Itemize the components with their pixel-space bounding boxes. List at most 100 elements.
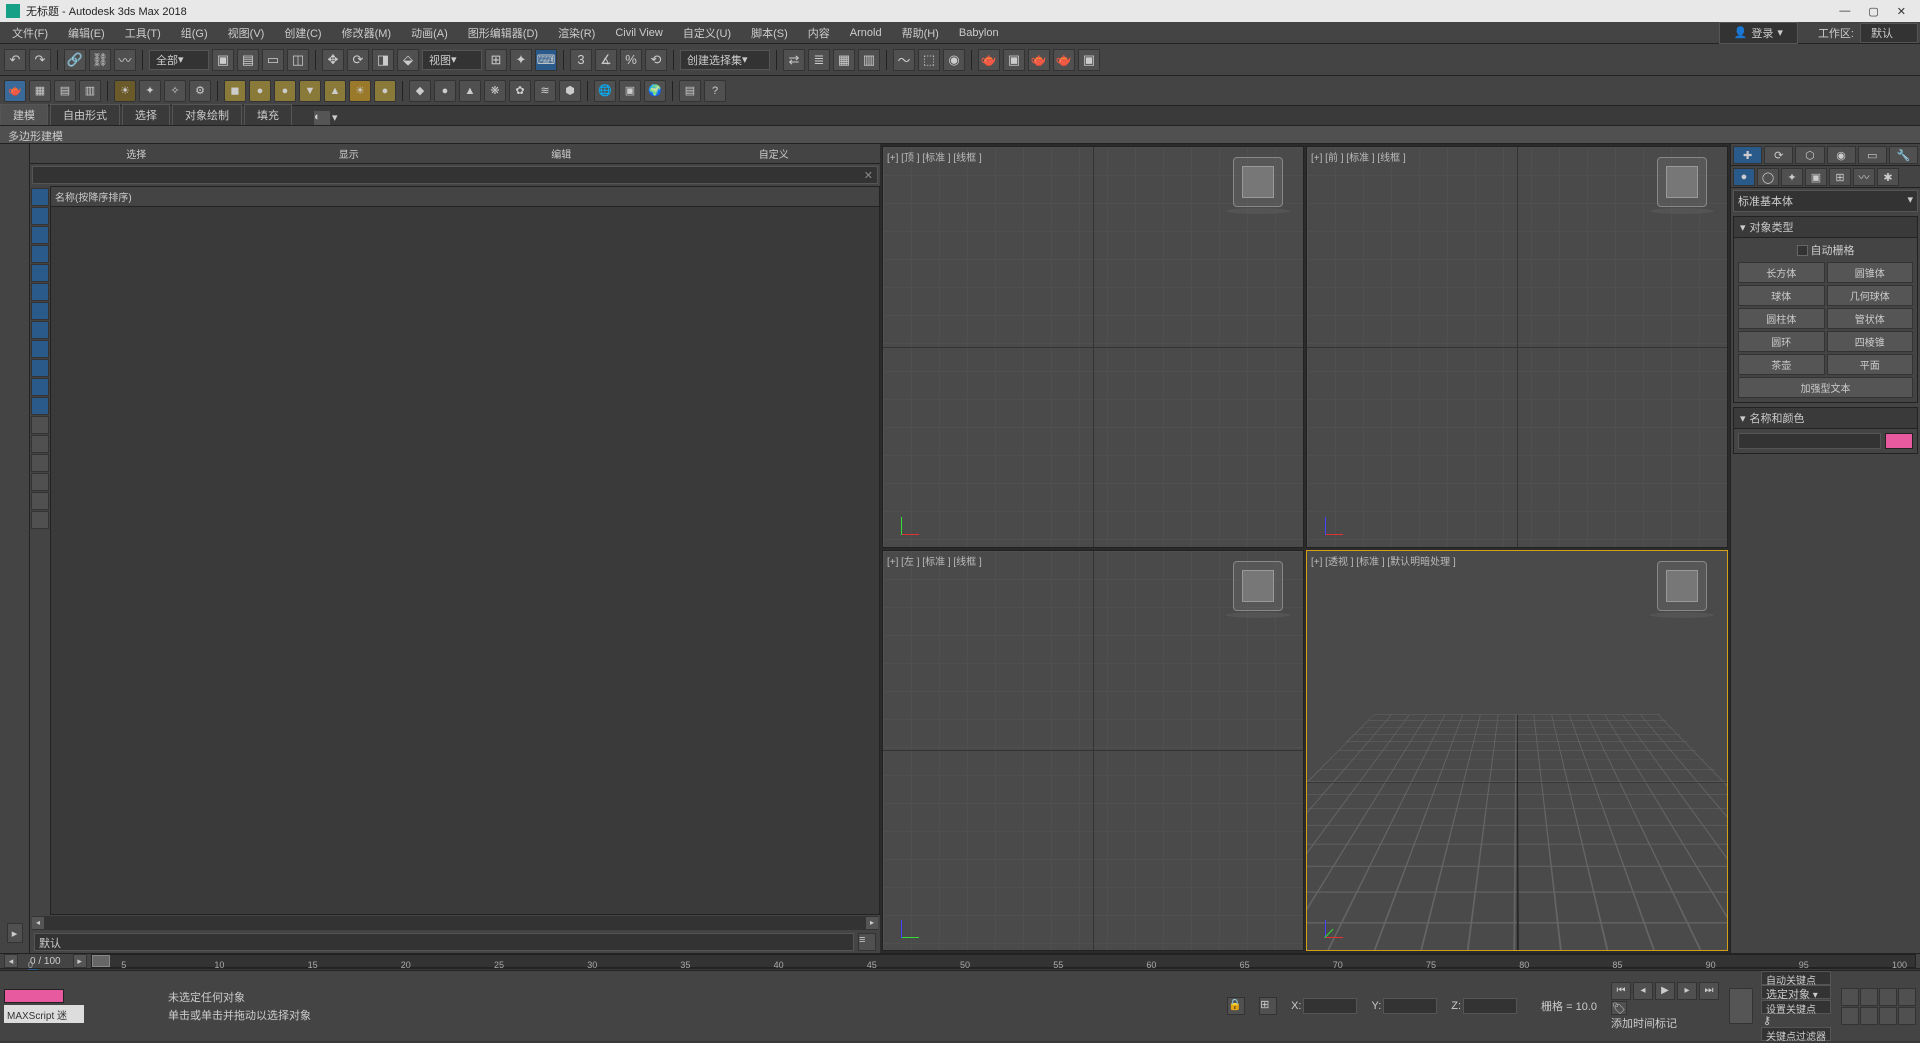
maxscript-listener[interactable]: MAXScript 迷 (4, 1005, 84, 1023)
obj-torus[interactable]: 圆环 (1738, 331, 1825, 352)
placement-button[interactable]: ⬙ (397, 49, 419, 71)
light-tool-3[interactable]: ✧ (164, 80, 186, 102)
prim-moon[interactable]: ● (374, 80, 396, 102)
cmdtab-motion[interactable]: ◉ (1827, 146, 1856, 164)
time-tag-icon[interactable]: 🏷 (1611, 1001, 1627, 1015)
se-tab-customize[interactable]: 自定义 (668, 144, 881, 163)
light-tool-4[interactable]: ⚙ (189, 80, 211, 102)
scene-search-input[interactable]: ✕ (32, 166, 878, 184)
add-time-tag[interactable]: 添加时间标记 (1611, 1018, 1677, 1030)
selected-obj-combo[interactable]: 选定对象 ▾ (1761, 985, 1831, 999)
ribbon-tab-freeform[interactable]: 自由形式 (50, 104, 120, 125)
tool-2[interactable]: ▦ (29, 80, 51, 102)
transform-mode-icon[interactable]: ⊞ (1259, 997, 1277, 1015)
menu-edit[interactable]: 编辑(E) (58, 22, 115, 43)
filter-bone-icon[interactable] (31, 340, 49, 358)
play-button[interactable]: ▶ (1655, 982, 1675, 1000)
scale-button[interactable]: ◨ (372, 49, 394, 71)
viewport-top-label[interactable]: [+] [顶 ] [标准 ] [线框 ] (887, 149, 982, 164)
viewport-front-label[interactable]: [+] [前 ] [标准 ] [线框 ] (1311, 149, 1406, 164)
login-button[interactable]: 👤 登录 ▾ (1719, 22, 1798, 44)
keyboard-shortcut-toggle[interactable]: ⌨ (535, 49, 557, 71)
lock-selection-icon[interactable]: 🔒 (1227, 997, 1245, 1015)
render-frame-button[interactable]: ▣ (1003, 49, 1025, 71)
time-next-button[interactable]: ▸ (73, 954, 87, 968)
fov-button[interactable] (1898, 988, 1916, 1006)
subcat-systems[interactable]: ✱ (1877, 168, 1899, 186)
filter-spacewarp-icon[interactable] (31, 283, 49, 301)
cmdtab-utilities[interactable]: 🔧 (1889, 146, 1918, 164)
link-tool[interactable]: ▣ (619, 80, 641, 102)
workspace-select[interactable]: 默认 (1860, 23, 1918, 43)
z-input[interactable] (1463, 998, 1517, 1014)
viewport-perspective[interactable]: [+] [透视 ] [标准 ] [默认明暗处理 ] (1306, 550, 1728, 952)
rectangular-region-button[interactable]: ▭ (262, 49, 284, 71)
viewport-front[interactable]: [+] [前 ] [标准 ] [线框 ] (1306, 146, 1728, 548)
modifier-tool-7[interactable]: ⬢ (559, 80, 581, 102)
menu-views[interactable]: 视图(V) (218, 22, 275, 43)
auto-key-button[interactable]: 自动关键点 (1761, 971, 1831, 985)
obj-geosphere[interactable]: 几何球体 (1827, 285, 1914, 306)
mirror-button[interactable]: ⇄ (783, 49, 805, 71)
object-name-input[interactable] (1738, 433, 1881, 449)
layer-manager-button[interactable]: ▦ (833, 49, 855, 71)
prim-sun[interactable]: ☀ (349, 80, 371, 102)
obj-cylinder[interactable]: 圆柱体 (1738, 308, 1825, 329)
display-filter-icon[interactable] (31, 492, 49, 510)
time-slider-handle[interactable] (92, 955, 110, 967)
menu-babylon[interactable]: Babylon (949, 22, 1009, 43)
subcat-helpers[interactable]: ⊞ (1829, 168, 1851, 186)
select-by-name-button[interactable]: ▤ (237, 49, 259, 71)
globe-tool[interactable]: 🌐 (594, 80, 616, 102)
ref-coord-combo[interactable]: 视图 ▾ (422, 50, 482, 70)
maximize-button[interactable]: ▢ (1868, 5, 1878, 18)
filter-shape-icon[interactable] (31, 207, 49, 225)
menu-rendering[interactable]: 渲染(R) (548, 22, 605, 43)
flyout-expand-button[interactable]: ▸ (7, 923, 23, 943)
spinner-snap-button[interactable]: ⟲ (645, 49, 667, 71)
viewport-left-label[interactable]: [+] [左 ] [标准 ] [线框 ] (887, 553, 982, 568)
scene-tree-header[interactable]: 名称(按降序排序) (51, 187, 879, 207)
next-frame-button[interactable]: ▸ (1677, 982, 1697, 1000)
filter-geometry-icon[interactable] (31, 188, 49, 206)
unlink-button[interactable]: ⛓ (89, 49, 111, 71)
settings-tool[interactable]: ▤ (679, 80, 701, 102)
viewport-persp-label[interactable]: [+] [透视 ] [标准 ] [默认明暗处理 ] (1311, 553, 1456, 568)
goto-start-button[interactable]: ⏮ (1611, 982, 1631, 1000)
modifier-tool-5[interactable]: ✿ (509, 80, 531, 102)
prim-pyramid[interactable]: ▲ (324, 80, 346, 102)
object-color-swatch[interactable] (1885, 433, 1913, 449)
filter-xref-icon[interactable] (31, 321, 49, 339)
filter-helper-icon[interactable] (31, 264, 49, 282)
se-tab-select[interactable]: 选择 (30, 144, 243, 163)
menu-scripting[interactable]: 脚本(S) (741, 22, 798, 43)
obj-plane[interactable]: 平面 (1827, 354, 1914, 375)
modifier-tool-4[interactable]: ❋ (484, 80, 506, 102)
percent-snap-button[interactable]: % (620, 49, 642, 71)
named-selection-combo[interactable]: 创建选择集 ▾ (680, 50, 770, 70)
se-tab-edit[interactable]: 编辑 (455, 144, 668, 163)
snap-toggle-button[interactable]: 3 (570, 49, 592, 71)
obj-box[interactable]: 长方体 (1738, 262, 1825, 283)
time-ruler[interactable]: 0510152025303540455055606570758085909510… (0, 968, 1920, 971)
viewcube-persp[interactable] (1657, 561, 1707, 611)
pivot-center-button[interactable]: ⊞ (485, 49, 507, 71)
render-production-button[interactable]: ▣ (1078, 49, 1100, 71)
filter-hidden-icon[interactable] (31, 397, 49, 415)
layer-combo[interactable]: 默认 (34, 933, 854, 951)
obj-sphere[interactable]: 球体 (1738, 285, 1825, 306)
selection-filter-combo[interactable]: 全部 ▾ (149, 50, 209, 70)
prim-sphere[interactable]: ● (249, 80, 271, 102)
material-editor-button[interactable]: ◉ (943, 49, 965, 71)
subcat-geometry[interactable]: ● (1733, 168, 1755, 186)
menu-help[interactable]: 帮助(H) (892, 22, 949, 43)
scene-tree[interactable]: 名称(按降序排序) (50, 186, 880, 915)
filter-camera-icon[interactable] (31, 245, 49, 263)
ribbon-expand-icon[interactable]: ▾ (332, 111, 348, 125)
goto-end-button[interactable]: ⏭ (1699, 982, 1719, 1000)
x-input[interactable] (1303, 998, 1357, 1014)
cmdtab-display[interactable]: ▭ (1858, 146, 1887, 164)
y-input[interactable] (1383, 998, 1437, 1014)
bind-spacewarp-button[interactable]: 〰 (114, 49, 136, 71)
filter-light-icon[interactable] (31, 226, 49, 244)
